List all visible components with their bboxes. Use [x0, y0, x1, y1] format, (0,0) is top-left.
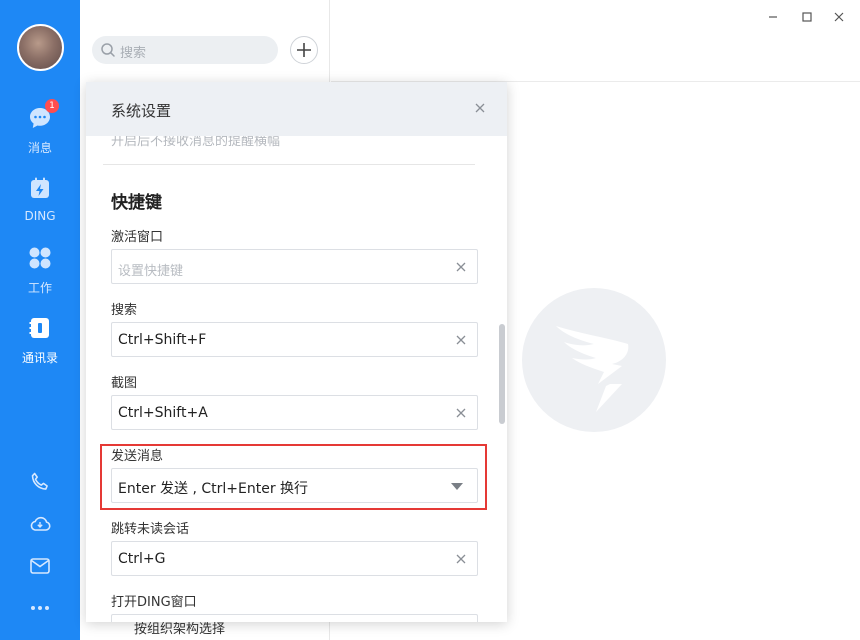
field-label-open-ding: 打开DING窗口	[111, 595, 197, 610]
maximize-icon[interactable]	[798, 8, 816, 26]
close-icon[interactable]	[472, 100, 488, 116]
add-button[interactable]	[290, 36, 318, 64]
nav-label-work: 工作	[27, 281, 52, 295]
title-bar	[331, 0, 860, 82]
contacts-book-icon	[29, 318, 49, 338]
notification-option-text: 开启后不接收消息的提醒横幅	[111, 136, 281, 149]
nav-label-ding: DING	[24, 209, 56, 223]
user-avatar[interactable]	[17, 24, 64, 71]
dingtalk-logo-watermark	[522, 288, 666, 432]
shortcut-placeholder: 设置快捷键	[118, 264, 184, 279]
shortcut-input-jump-unread[interactable]: Ctrl+G	[111, 541, 478, 576]
shortcut-input-search[interactable]: Ctrl+Shift+F	[111, 322, 478, 357]
workspace-grid-icon	[29, 247, 51, 269]
unread-badge: 1	[45, 99, 59, 113]
clear-icon[interactable]	[455, 334, 467, 346]
field-label-search: 搜索	[111, 303, 138, 318]
shortcut-section-title: 快捷键	[111, 193, 162, 213]
search-placeholder: 搜索	[120, 46, 147, 61]
search-input[interactable]: 搜索	[92, 36, 278, 64]
shortcut-value: Ctrl+Shift+F	[118, 332, 207, 348]
field-label-jump-unread: 跳转未读会话	[111, 522, 190, 537]
clear-icon[interactable]	[455, 407, 467, 419]
more-icon[interactable]	[28, 596, 52, 620]
dingtalk-wing-icon	[556, 326, 629, 412]
plus-icon	[297, 43, 311, 57]
nav-item-ding[interactable]: DING	[0, 176, 80, 238]
cloud-icon[interactable]	[28, 512, 52, 536]
highlight-box	[100, 444, 487, 510]
nav-item-contacts[interactable]: 通讯录	[0, 316, 80, 378]
nav-item-work[interactable]: 工作	[0, 246, 80, 308]
dialog-body: 开启后不接收消息的提醒横幅 快捷键 激活窗口 设置快捷键 搜索 Ctrl+Shi…	[86, 136, 507, 622]
close-window-icon[interactable]	[830, 8, 848, 26]
nav-label-messages: 消息	[27, 141, 52, 155]
clear-icon[interactable]	[455, 261, 467, 273]
system-settings-dialog: 系统设置 开启后不接收消息的提醒横幅 快捷键 激活窗口 设置快捷键 搜索 Ctr…	[86, 82, 507, 622]
phone-icon[interactable]	[28, 470, 52, 494]
field-label-screenshot: 截图	[111, 376, 138, 391]
shortcut-value: Ctrl+Shift+A	[118, 405, 208, 421]
ding-calendar-icon	[31, 177, 49, 198]
minimize-icon[interactable]	[764, 8, 782, 26]
dialog-header: 系统设置	[86, 82, 507, 136]
shortcut-input-open-ding[interactable]	[111, 614, 478, 622]
clear-icon[interactable]	[455, 553, 467, 565]
field-label-activate-window: 激活窗口	[111, 230, 164, 245]
mail-icon[interactable]	[28, 554, 52, 578]
section-divider	[103, 164, 475, 165]
shortcut-input-screenshot[interactable]: Ctrl+Shift+A	[111, 395, 478, 430]
nav-label-contacts: 通讯录	[21, 351, 58, 365]
nav-item-messages[interactable]: 1 消息	[0, 99, 80, 168]
left-nav-bar: 1 消息 DING 工作 通讯录	[0, 0, 80, 640]
shortcut-input-activate-window[interactable]: 设置快捷键	[111, 249, 478, 284]
search-icon	[101, 43, 115, 57]
dialog-title: 系统设置	[111, 102, 172, 120]
dialog-scrollbar[interactable]	[499, 324, 505, 424]
shortcut-value: Ctrl+G	[118, 551, 166, 567]
